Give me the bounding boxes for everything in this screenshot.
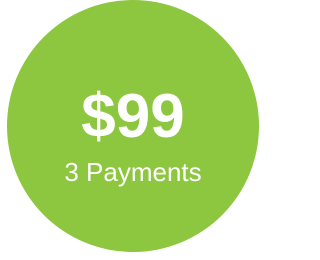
price-badge-circle: $99 3 Payments — [7, 0, 259, 252]
price-badge-stage: $99 3 Payments — [0, 0, 259, 260]
price-amount: $99 — [81, 82, 185, 151]
payment-plan-label: 3 Payments — [64, 157, 202, 187]
